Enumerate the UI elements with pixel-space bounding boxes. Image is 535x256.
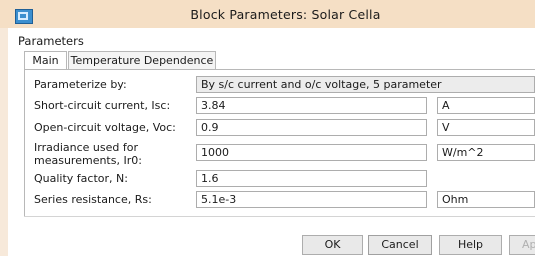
irradiance-unit-input[interactable]: W/m^2 [437, 144, 535, 161]
isc-value-input[interactable]: 3.84 [196, 97, 427, 114]
voc-value-input[interactable]: 0.9 [196, 119, 427, 136]
title-bar[interactable]: Block Parameters: Solar Cella [0, 0, 535, 28]
dialog-window: Block Parameters: Solar Cella Parameters… [0, 0, 535, 256]
panel-divider [24, 216, 535, 217]
help-button[interactable]: Help [439, 235, 502, 255]
parameters-group-label: Parameters [18, 34, 84, 48]
parameterize-by-select[interactable]: By s/c current and o/c voltage, 5 parame… [196, 76, 535, 93]
apply-button[interactable]: Ap [509, 235, 535, 255]
tab-main[interactable]: Main [24, 51, 67, 70]
irradiance-label: Irradiance used for measurements, Ir0: [34, 141, 142, 167]
series-resistance-input[interactable]: 5.1e-3 [196, 191, 427, 208]
quality-factor-input[interactable]: 1.6 [196, 170, 427, 187]
irradiance-label-line1: Irradiance used for [34, 141, 138, 154]
irradiance-value-input[interactable]: 1000 [196, 144, 427, 161]
window-title: Block Parameters: Solar Cella [0, 7, 535, 22]
window-title-text: Block Parameters: Solar Cella [190, 7, 381, 22]
quality-factor-label: Quality factor, N: [34, 172, 128, 185]
series-resistance-unit-input[interactable]: Ohm [437, 191, 535, 208]
parameterize-by-label: Parameterize by: [34, 78, 127, 91]
series-resistance-label: Series resistance, Rs: [34, 193, 152, 206]
isc-label: Short-circuit current, Isc: [34, 99, 171, 112]
cancel-button[interactable]: Cancel [368, 235, 432, 255]
irradiance-label-line2: measurements, Ir0: [34, 154, 142, 167]
isc-unit-input[interactable]: A [437, 97, 535, 114]
voc-unit-input[interactable]: V [437, 119, 535, 136]
voc-label: Open-circuit voltage, Voc: [34, 121, 176, 134]
ok-button[interactable]: OK [302, 235, 363, 255]
tab-temperature-dependence[interactable]: Temperature Dependence [68, 51, 216, 69]
